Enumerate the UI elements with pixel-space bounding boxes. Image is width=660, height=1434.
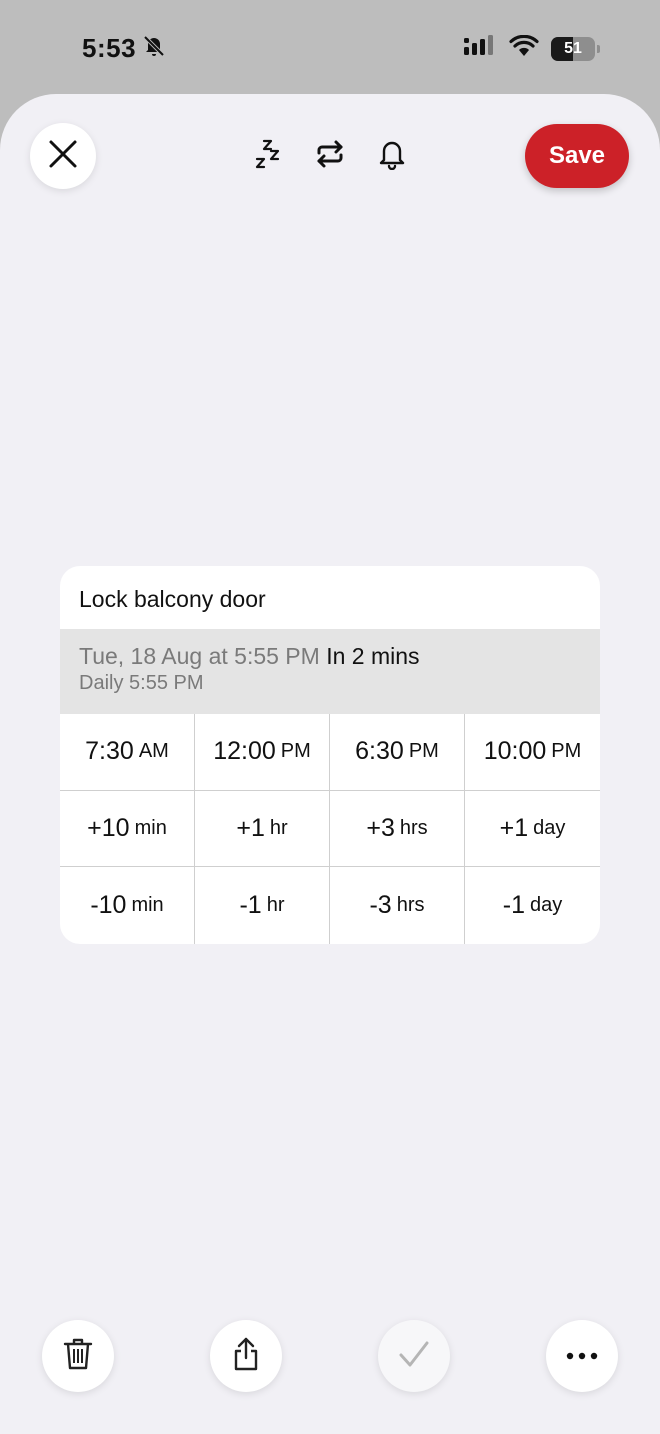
increment-button[interactable]: +10 min <box>60 790 195 868</box>
decrement-value: -3 <box>369 891 392 920</box>
battery-cap <box>597 44 600 53</box>
reminder-edit-sheet: Save Lock balcony door Tue, 18 Aug at 5:… <box>0 94 660 1434</box>
more-button[interactable] <box>546 1320 618 1392</box>
save-button[interactable]: Save <box>525 124 629 188</box>
quick-time-grid: 7:30 AM 12:00 PM 6:30 PM 10:00 PM +10 min +1 h… <box>60 714 600 944</box>
increment-unit: hrs <box>399 816 428 839</box>
increment-button[interactable]: +1 day <box>465 791 600 868</box>
reminder-date-line: Tue, 18 Aug at 5:55 PM In 2 mins <box>79 643 581 670</box>
battery-indicator: 51 <box>551 36 595 61</box>
share-button[interactable] <box>210 1320 282 1392</box>
quick-time-unit: AM <box>138 740 169 763</box>
bell-slash-icon <box>142 33 166 64</box>
increment-value: +1 <box>236 813 265 842</box>
reminder-repeat: Daily 5:55 PM <box>79 672 204 694</box>
status-indicators: 51 <box>463 34 600 62</box>
quick-time-value: 7:30 <box>85 737 134 766</box>
decrement-unit: hr <box>266 894 285 917</box>
checkmark-icon <box>398 1340 430 1373</box>
reminder-date-section[interactable]: Tue, 18 Aug at 5:55 PM In 2 mins Daily 5… <box>60 629 600 714</box>
share-icon <box>231 1337 261 1376</box>
complete-button[interactable] <box>378 1320 450 1392</box>
status-bar: 5:53 51 <box>0 0 660 94</box>
increment-button[interactable]: +1 hr <box>195 790 330 868</box>
reminder-date: Tue, 18 Aug at 5:55 PM <box>79 643 320 669</box>
decrement-value: -10 <box>90 891 127 920</box>
ellipsis-icon <box>566 1347 598 1365</box>
close-button[interactable] <box>30 123 96 189</box>
status-time: 5:53 <box>82 33 137 63</box>
wifi-icon <box>509 34 539 62</box>
increment-unit: day <box>533 816 566 839</box>
quick-time-value: 12:00 <box>213 737 276 766</box>
repeat-icon <box>314 139 346 174</box>
decrement-button[interactable]: -10 min <box>60 867 195 944</box>
increment-unit: hr <box>269 816 288 839</box>
trash-icon <box>63 1337 93 1376</box>
quick-time-button[interactable]: 6:30 PM <box>330 714 465 791</box>
quick-time-unit: PM <box>551 740 582 763</box>
quick-time-button[interactable]: 7:30 AM <box>60 714 195 791</box>
increment-value: +10 <box>87 813 130 842</box>
cellular-signal-icon <box>463 35 497 62</box>
battery-level: 51 <box>564 39 582 57</box>
reminder-relative-time: In 2 mins <box>326 643 420 669</box>
increment-button[interactable]: +3 hrs <box>330 790 465 868</box>
decrement-unit: hrs <box>396 894 425 917</box>
quick-time-button[interactable]: 10:00 PM <box>465 714 600 791</box>
decrement-unit: day <box>529 894 563 917</box>
decrement-button[interactable]: -3 hrs <box>330 867 465 944</box>
close-icon <box>48 139 78 174</box>
reminder-title[interactable]: Lock balcony door <box>79 586 266 613</box>
delete-button[interactable] <box>42 1320 114 1392</box>
decrement-value: -1 <box>502 891 525 920</box>
quick-time-unit: PM <box>280 740 311 763</box>
decrement-unit: min <box>131 894 164 917</box>
status-time-group: 5:53 <box>82 33 166 64</box>
alert-button[interactable] <box>370 134 414 178</box>
snooze-button[interactable] <box>246 134 290 178</box>
toolbar-icons <box>246 134 414 178</box>
repeat-button[interactable] <box>308 134 352 178</box>
bell-icon <box>378 138 406 175</box>
increment-value: +1 <box>499 813 529 842</box>
quick-time-button[interactable]: 12:00 PM <box>195 714 330 791</box>
quick-time-unit: PM <box>408 740 439 763</box>
increment-unit: min <box>134 816 167 839</box>
decrement-button[interactable]: -1 day <box>465 867 600 944</box>
decrement-button[interactable]: -1 hr <box>195 867 330 944</box>
quick-time-value: 6:30 <box>355 737 404 766</box>
snooze-zzz-icon <box>254 138 282 175</box>
reminder-card: Lock balcony door Tue, 18 Aug at 5:55 PM… <box>60 566 600 944</box>
quick-time-value: 10:00 <box>483 737 547 766</box>
decrement-value: -1 <box>239 891 262 920</box>
increment-value: +3 <box>366 813 395 842</box>
